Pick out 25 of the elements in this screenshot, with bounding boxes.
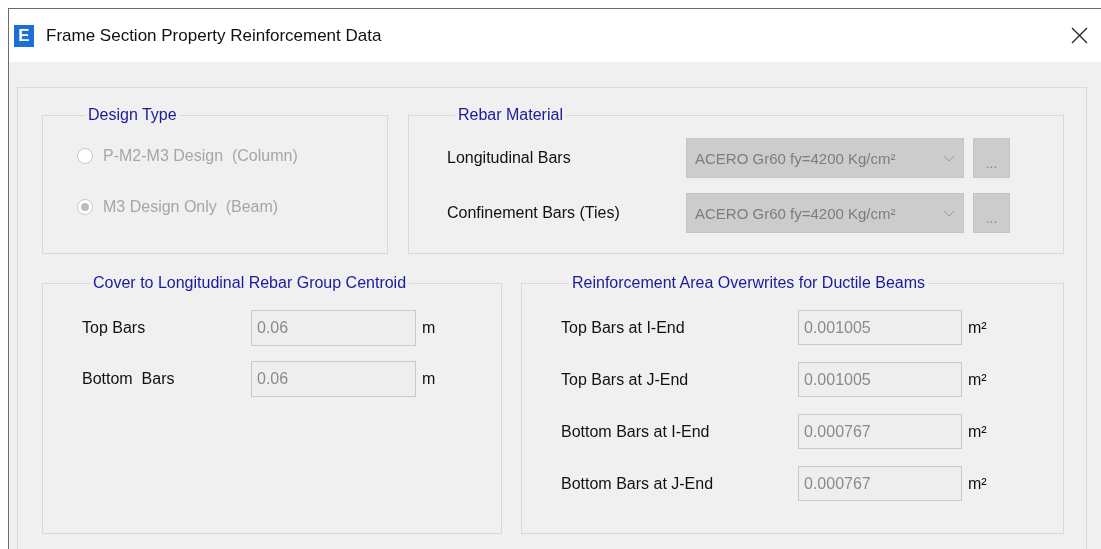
option-label: P-M2-M3 Design (Column) bbox=[103, 146, 298, 165]
field-label: Bottom Bars at I-End bbox=[561, 422, 711, 441]
option-label: M3 Design Only (Beam) bbox=[103, 197, 279, 216]
group-title: Design Type bbox=[87, 106, 178, 124]
unit-label: m² bbox=[967, 370, 988, 389]
close-icon bbox=[1070, 27, 1088, 44]
field-label: Confinement Bars (Ties) bbox=[447, 204, 621, 222]
field-label: Top Bars at I-End bbox=[561, 318, 686, 337]
group-title: Cover to Longitudinal Rebar Group Centroid bbox=[92, 274, 408, 292]
field-label: Bottom Bars bbox=[82, 370, 176, 388]
group-title: Rebar Material bbox=[457, 106, 564, 124]
unit-label: m bbox=[421, 319, 437, 337]
unit-label: m² bbox=[967, 474, 988, 493]
group-title: Reinforcement Area Overwrites for Ductile Beams bbox=[571, 274, 926, 292]
app-icon: E bbox=[14, 24, 34, 47]
unit-label: m² bbox=[967, 318, 988, 337]
field-label: Longitudinal Bars bbox=[447, 149, 572, 167]
field-label: Bottom Bars at J-End bbox=[561, 474, 715, 493]
chevron-down-icon bbox=[943, 209, 955, 217]
window-title: Frame Section Property Reinforcement Data bbox=[46, 25, 383, 46]
field-label: Top Bars at J-End bbox=[561, 370, 690, 389]
field-label: Top Bars bbox=[82, 319, 147, 337]
unit-label: m² bbox=[967, 422, 988, 441]
unit-label: m bbox=[421, 370, 437, 388]
chevron-down-icon bbox=[943, 154, 955, 162]
